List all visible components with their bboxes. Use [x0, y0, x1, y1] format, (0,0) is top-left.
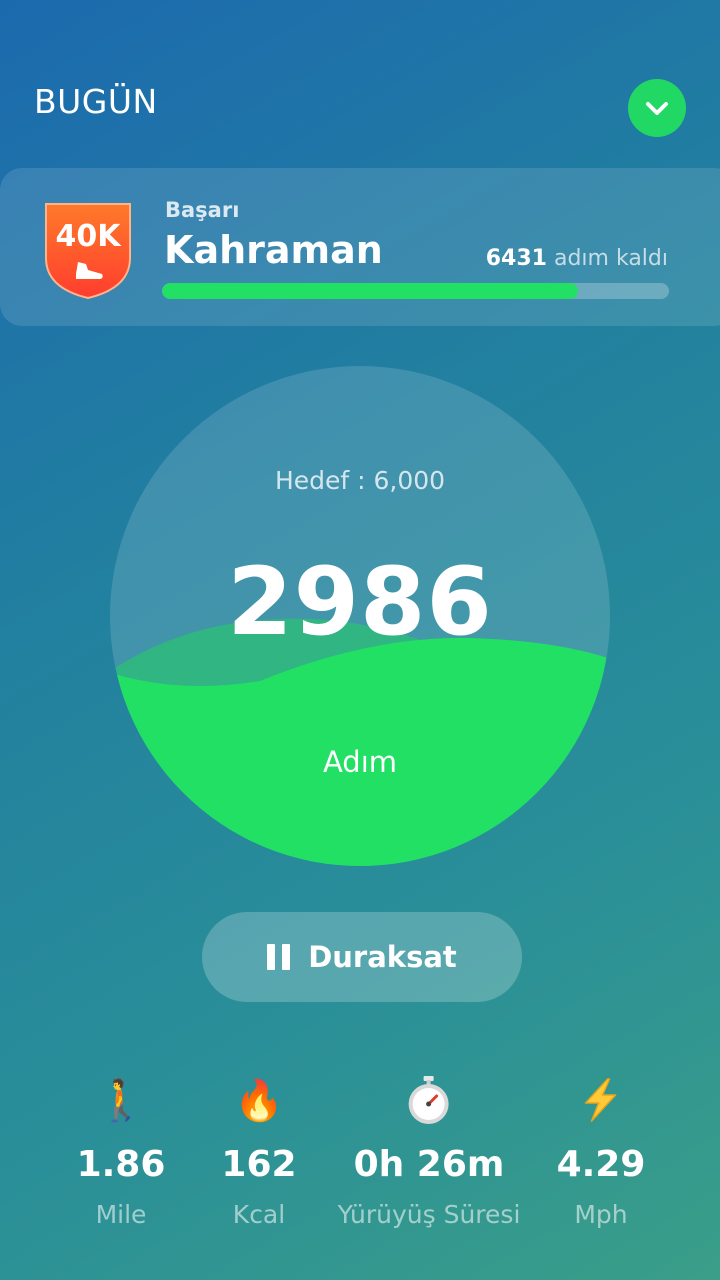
stat-label: Mile	[95, 1200, 147, 1229]
stat-value: 4.29	[556, 1144, 646, 1185]
pause-icon	[267, 944, 291, 970]
achievement-badge: 40K	[45, 203, 131, 300]
header-title: BUGÜN	[34, 82, 158, 121]
pause-button[interactable]: Duraksat	[202, 912, 522, 1002]
goal-label: Hedef : 6,000	[274, 466, 446, 495]
done-button[interactable]	[628, 79, 686, 137]
stat-calories: 🔥 162 Kcal	[221, 1072, 297, 1230]
steps-unit: Adım	[322, 745, 398, 779]
check-icon	[646, 102, 668, 115]
stat-distance: 🚶 1.86 Mile	[76, 1072, 166, 1230]
lightning-icon	[557, 1072, 646, 1128]
achievement-progress-fill	[162, 283, 578, 299]
stat-label: Kcal	[232, 1200, 286, 1229]
stat-value: 1.86	[76, 1144, 166, 1185]
stat-duration: 0h 26m Yürüyüş Süresi	[337, 1072, 521, 1229]
achievement-subtitle: Başarı	[165, 198, 240, 222]
remaining-steps: 6431 adım kaldı	[486, 246, 668, 271]
badge-text: 40K	[56, 219, 123, 254]
stat-label: Mph	[574, 1200, 628, 1229]
walking-person-icon: 🚶	[96, 1077, 146, 1124]
achievement-progress-bar	[162, 283, 669, 299]
stat-value: 162	[221, 1144, 297, 1185]
achievement-name: Kahraman	[164, 228, 383, 272]
remaining-count: 6431	[485, 246, 547, 271]
stopwatch-icon	[338, 1072, 521, 1128]
pause-label: Duraksat	[308, 940, 457, 974]
remaining-text: adım kaldı	[553, 246, 668, 271]
stat-speed: 4.29 Mph	[556, 1072, 646, 1229]
stat-value: 0h 26m	[353, 1144, 505, 1185]
fire-icon: 🔥	[234, 1077, 284, 1124]
stat-label: Yürüyüş Süresi	[337, 1200, 521, 1229]
steps-count: 2986	[227, 548, 493, 657]
